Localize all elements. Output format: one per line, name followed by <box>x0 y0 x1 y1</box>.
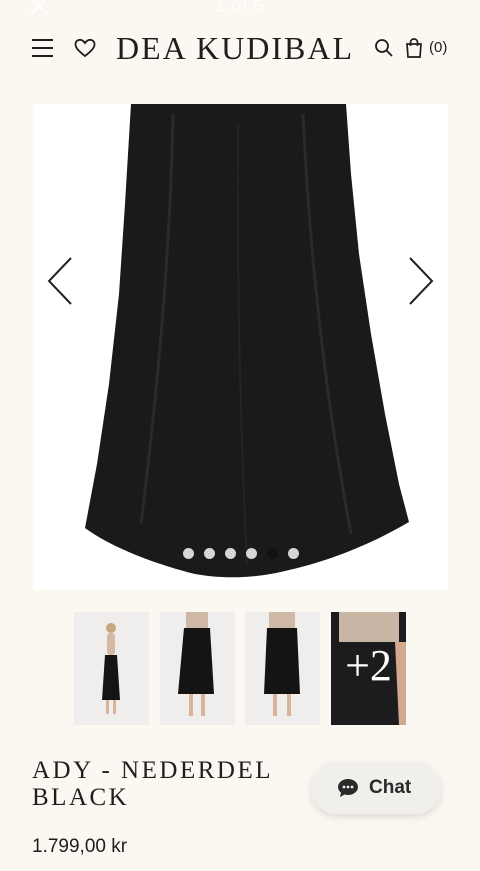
product-price: 1.799,00 kr <box>32 836 128 857</box>
previous-image-arrow[interactable] <box>45 254 79 308</box>
skirt-image <box>85 104 409 578</box>
brand-logo[interactable]: DEA KUDIBAL <box>116 30 354 67</box>
search-icon[interactable] <box>374 38 394 58</box>
carousel-dot-3[interactable] <box>224 548 236 559</box>
carousel-dot-6[interactable] <box>287 548 299 559</box>
carousel-dot-2[interactable] <box>203 548 215 559</box>
next-image-arrow[interactable] <box>402 254 436 308</box>
shopping-bag-icon[interactable] <box>404 37 424 59</box>
menu-icon[interactable] <box>32 39 53 57</box>
chat-button[interactable]: Chat <box>311 762 441 814</box>
carousel-dot-1[interactable] <box>182 548 194 559</box>
thumbnail-1[interactable] <box>74 612 149 725</box>
site-header: DEA KUDIBAL (0) <box>0 28 480 68</box>
cart-count[interactable]: (0) <box>429 39 447 56</box>
lightbox-top-bar: 1 of 5 <box>0 0 480 22</box>
product-title: ADY - NEDERDEL BLACK <box>32 757 273 811</box>
chat-bubble-icon <box>338 779 358 797</box>
thumbnail-3[interactable] <box>245 612 320 725</box>
carousel-dots <box>33 548 448 559</box>
image-counter: 1 of 5 <box>215 0 265 15</box>
thumbnail-strip: +2 <box>74 612 408 725</box>
thumbnail-2[interactable] <box>160 612 235 725</box>
model-back-image <box>245 612 320 725</box>
product-image-carousel[interactable] <box>33 104 448 590</box>
model-front-image <box>74 612 149 725</box>
carousel-dot-4[interactable] <box>245 548 257 559</box>
thumbnail-more[interactable]: +2 <box>331 612 406 725</box>
carousel-dot-5[interactable] <box>266 548 278 559</box>
chat-label: Chat <box>369 777 412 798</box>
more-images-count: +2 <box>345 641 392 690</box>
model-side-image <box>160 612 235 725</box>
heart-icon[interactable] <box>74 38 96 58</box>
